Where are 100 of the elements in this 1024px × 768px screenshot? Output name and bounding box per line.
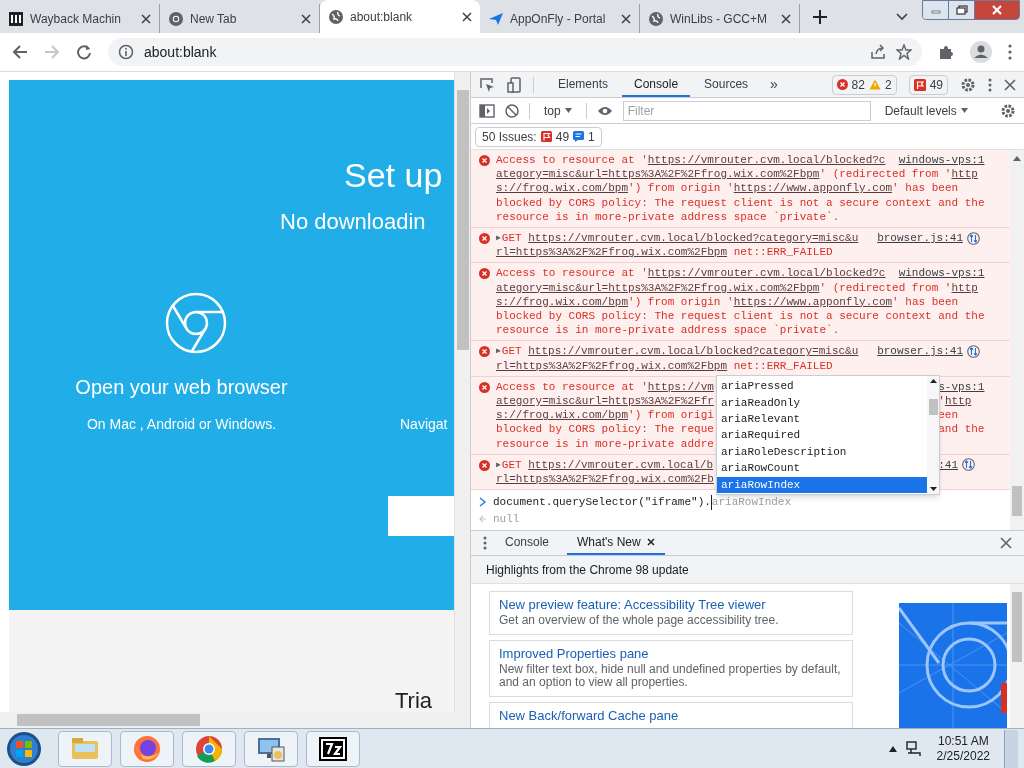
scrollbar-thumb[interactable] xyxy=(1012,486,1022,516)
autocomplete-item[interactable]: ariaRoleDescription xyxy=(717,443,927,461)
source-link[interactable]: browser.js:41 xyxy=(877,231,980,246)
autocomplete-item[interactable]: ariaRequired xyxy=(717,427,927,444)
issue-count: 49 xyxy=(555,128,570,146)
star-icon[interactable] xyxy=(896,44,912,60)
source-link[interactable]: s-vps:1 xyxy=(938,379,985,395)
console-message-text: s://frog.wix.com/bpm') from origin 'https://www.apponfly.com' has been xyxy=(496,181,959,196)
scroll-down-icon xyxy=(929,487,937,491)
scrollbar[interactable] xyxy=(0,712,470,728)
error-icon xyxy=(479,346,490,358)
card-title[interactable]: New preview feature: Accessibility Tree viewer xyxy=(499,596,843,614)
autocomplete-item[interactable]: ariaReadOnly xyxy=(717,394,927,412)
clear-icon[interactable] xyxy=(505,103,519,118)
address-bar[interactable]: about:blank xyxy=(108,38,922,66)
autocomplete-item[interactable]: ariaRowCount xyxy=(717,460,927,477)
source-link[interactable]: :41 xyxy=(938,457,976,473)
more-icon[interactable] xyxy=(483,536,487,550)
info-icon xyxy=(118,44,134,60)
console-message-text: s://frog.wix.com/bpm') from origi xyxy=(496,408,714,423)
reload-icon[interactable] xyxy=(76,44,92,60)
network-icon[interactable] xyxy=(904,739,923,758)
scrollbar-thumb[interactable] xyxy=(17,714,200,726)
restore-icon xyxy=(955,5,968,15)
network-request-icon[interactable] xyxy=(967,345,980,359)
scrollbar[interactable] xyxy=(1010,584,1024,728)
drawer-tab[interactable]: Console xyxy=(495,531,560,555)
error-counter-button[interactable]: 82 2 xyxy=(831,74,897,95)
more-tabs-button[interactable]: » xyxy=(762,72,786,97)
close-icon xyxy=(991,5,1003,15)
close-icon[interactable] xyxy=(462,11,472,22)
scrollbar[interactable] xyxy=(454,72,470,712)
close-window-button[interactable] xyxy=(975,1,1019,19)
sidebar-icon[interactable] xyxy=(479,103,495,118)
hero-heading: Set up xyxy=(344,155,444,195)
devtools-tab[interactable]: Elements xyxy=(546,72,621,97)
minimize-button[interactable] xyxy=(923,1,949,19)
browser-tab[interactable]: about:blank xyxy=(320,0,480,33)
start-orb-icon[interactable] xyxy=(6,730,42,767)
close-icon[interactable] xyxy=(141,13,151,24)
filter-field[interactable]: Filter xyxy=(622,100,871,121)
scrollbar-thumb[interactable] xyxy=(1012,592,1022,662)
autocomplete-item[interactable]: ariaRowIndex xyxy=(717,476,927,493)
warning-icon xyxy=(868,79,881,90)
source-link[interactable]: windows-vps:1 xyxy=(898,266,985,281)
scrollbar-thumb[interactable] xyxy=(928,399,938,415)
close-icon[interactable] xyxy=(1000,537,1012,549)
share-icon[interactable] xyxy=(870,44,886,60)
console-message-text: blocked by CORS policy: The request client is not a secure context and the xyxy=(496,195,985,210)
console-message-text: Access to resource at 'https://vm xyxy=(496,379,714,395)
step-text: On Mac , Android or Windows. xyxy=(86,415,277,434)
issues-counter-button[interactable]: 49 xyxy=(908,74,948,95)
scrollbar[interactable] xyxy=(927,376,939,494)
card-description: Get an overview of the whole page accessibility tree. xyxy=(499,614,780,627)
settings-icon[interactable] xyxy=(960,76,976,93)
clock[interactable]: 10:51 AM 2/25/2022 xyxy=(930,733,996,764)
issue-count: 1 xyxy=(588,128,595,146)
restore-button[interactable] xyxy=(949,1,975,19)
close-icon[interactable] xyxy=(301,13,311,24)
issues-button[interactable]: 50 Issues: 49 1 xyxy=(475,126,602,147)
error-icon xyxy=(479,381,490,393)
globe-icon xyxy=(328,8,344,25)
menu-icon[interactable] xyxy=(1008,44,1012,60)
close-icon xyxy=(646,538,655,546)
tray-arrow-icon[interactable] xyxy=(888,745,897,752)
context-selector[interactable]: top xyxy=(540,101,576,120)
more-icon[interactable] xyxy=(988,77,992,92)
inspect-icon[interactable] xyxy=(479,76,495,93)
source-link[interactable]: windows-vps:1 xyxy=(898,153,985,168)
levels-dropdown[interactable]: Default levels xyxy=(880,101,972,120)
back-icon[interactable] xyxy=(12,44,28,60)
new-tab-icon[interactable] xyxy=(812,9,828,25)
autocomplete-item[interactable]: ariaRelevant xyxy=(717,411,927,428)
console-message-text: rl=https%3A%2F%2Ffrog.wix.com%2Fbpm net::ERR_FAILED xyxy=(496,358,833,373)
device-icon[interactable] xyxy=(507,76,521,93)
building-icon xyxy=(8,10,24,27)
close-icon[interactable] xyxy=(781,13,791,24)
settings-icon[interactable] xyxy=(1000,102,1016,119)
puzzle-icon[interactable] xyxy=(938,44,954,60)
network-request-icon[interactable] xyxy=(967,231,980,245)
console-message-text: blocked by CORS policy: The request client is not a secure context and the xyxy=(496,309,985,324)
source-link[interactable]: browser.js:41 xyxy=(877,344,980,359)
close-icon[interactable] xyxy=(1004,78,1016,91)
devtools-tab[interactable]: Sources xyxy=(692,72,761,97)
feature-card[interactable]: New preview feature: Accessibility Tree viewer Get an overview of the whole page accessibility tree. xyxy=(489,591,853,635)
feature-card[interactable]: Improved Properties pane New filter text box, hide null and undefined properties by default, and an option to view all properties. xyxy=(489,640,853,697)
network-request-icon[interactable] xyxy=(962,458,976,472)
profile-icon[interactable] xyxy=(970,41,992,63)
scrollbar-thumb[interactable] xyxy=(456,90,469,350)
card-title[interactable]: Improved Properties pane xyxy=(499,645,843,663)
scrollbar[interactable] xyxy=(1010,150,1024,530)
autocomplete-item[interactable]: ariaPressed xyxy=(717,378,927,395)
taskbar-button[interactable] xyxy=(306,730,360,767)
close-icon[interactable] xyxy=(621,13,631,24)
caret-icon xyxy=(960,108,968,113)
globe-icon xyxy=(648,10,664,27)
eye-icon[interactable] xyxy=(596,105,613,116)
card-title[interactable]: New Back/forward Cache pane xyxy=(499,707,843,725)
scroll-up-icon xyxy=(1013,156,1021,161)
tab-search-icon[interactable] xyxy=(896,13,908,21)
